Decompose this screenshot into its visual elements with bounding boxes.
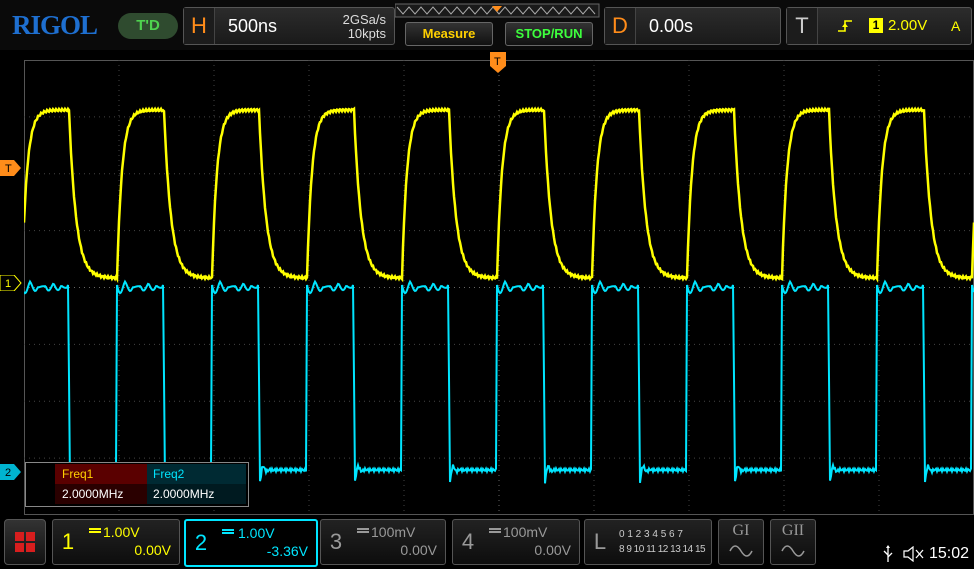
ch1-panel[interactable]: 1 1.00V 0.00V — [52, 519, 180, 565]
memory-position-indicator — [395, 3, 600, 18]
freq2-label-cell: Freq2 — [147, 464, 246, 484]
freq1-label-cell: Freq1 — [55, 464, 147, 484]
trigger-position-label: T — [494, 56, 501, 68]
memory-depth: 10kpts — [347, 26, 386, 41]
logic-channels-row2: 8 9 10 11 12 13 14 15 — [619, 544, 706, 555]
rigol-logo: RIGOL — [12, 10, 98, 40]
delay-letter: D — [605, 8, 636, 44]
delay-value: 0.00s — [649, 16, 694, 36]
rising-edge-icon — [838, 20, 852, 32]
ch3-panel[interactable]: 3 100mV 0.00V — [320, 519, 446, 565]
trigger-level-marker[interactable]: T — [0, 160, 22, 176]
freq1-label: Freq1 — [62, 467, 94, 481]
run-mode-badge[interactable]: T'D — [118, 13, 178, 39]
ch4-offset: 0.00V — [534, 542, 571, 558]
freq2-value-cell: 2.0000MHz — [147, 484, 246, 504]
trigger-level: 2.00V — [888, 17, 928, 34]
measure-button[interactable]: Measure — [405, 22, 493, 46]
ch2-marker-label: 2 — [5, 467, 11, 479]
sample-rate: 2GSa/s — [342, 12, 386, 27]
freq2-value: 2.0000MHz — [153, 487, 215, 501]
ch1-scale: 1.00V — [103, 524, 140, 540]
sine-wave-icon — [781, 545, 805, 557]
ch2-offset-marker[interactable]: 2 — [0, 464, 22, 480]
ch2-waveform — [24, 279, 974, 484]
ch1-number: 1 — [61, 529, 75, 554]
clock-time: 15:02 — [929, 545, 970, 562]
trigger-position-marker[interactable]: T — [490, 52, 506, 74]
horizontal-letter: H — [184, 8, 215, 44]
ch1-offset: 0.00V — [134, 542, 171, 558]
ch2-number: 2 — [194, 530, 208, 555]
logic-panel[interactable]: L 0 1 2 3 4 5 6 7 8 9 10 11 12 13 14 15 — [584, 519, 712, 565]
ch2-scale: 1.00V — [238, 525, 275, 541]
freq1-value: 2.0000MHz — [62, 487, 124, 501]
dc-coupling-icon — [222, 529, 234, 534]
ch2-panel[interactable]: 2 1.00V -3.36V — [184, 519, 318, 567]
dc-coupling-icon — [489, 528, 501, 533]
horizontal-panel[interactable]: H 500ns 2GSa/s 10kpts — [183, 7, 395, 45]
ch4-scale: 100mV — [503, 524, 548, 540]
usb-icon — [883, 545, 893, 562]
trigger-source-badge: 1 — [869, 18, 883, 33]
ch4-number: 4 — [461, 529, 475, 554]
timebase-value: 500ns — [228, 16, 278, 36]
ch3-number: 3 — [329, 529, 343, 554]
ch1-offset-marker[interactable]: 1 — [0, 275, 22, 291]
ch3-scale: 100mV — [371, 524, 416, 540]
grid-menu-icon — [15, 532, 35, 552]
dc-coupling-icon — [357, 528, 369, 533]
ch4-panel[interactable]: 4 100mV 0.00V — [452, 519, 580, 565]
generator2-label: GII — [781, 522, 805, 539]
sine-wave-icon — [729, 545, 753, 557]
generator1-label: GI — [732, 522, 750, 539]
trigger-letter: T — [787, 8, 818, 44]
speaker-mute-icon[interactable] — [903, 546, 925, 562]
freq1-value-cell: 2.0000MHz — [55, 484, 147, 504]
logic-channels-row1: 0 1 2 3 4 5 6 7 — [619, 529, 683, 540]
measurement-panel[interactable]: Freq1 2.0000MHz Freq2 2.0000MHz — [25, 462, 249, 507]
ch1-marker-label: 1 — [5, 278, 11, 290]
logic-letter: L — [593, 529, 607, 554]
menu-button[interactable] — [4, 519, 46, 565]
generator1-button[interactable]: GI — [718, 519, 764, 565]
ch3-offset: 0.00V — [400, 542, 437, 558]
ch2-offset: -3.36V — [266, 543, 308, 559]
trigger-mode: A — [951, 18, 961, 34]
trigger-panel[interactable]: T 1 2.00V A — [786, 7, 972, 45]
dc-coupling-icon — [89, 528, 101, 533]
generator2-button[interactable]: GII — [770, 519, 816, 565]
ch1-waveform — [24, 106, 974, 284]
stop-run-button[interactable]: STOP/RUN — [505, 22, 593, 46]
freq2-label: Freq2 — [153, 467, 185, 481]
waveform-display[interactable] — [24, 60, 974, 515]
graticule — [24, 60, 974, 515]
trigger-level-marker-label: T — [5, 163, 12, 175]
delay-panel[interactable]: D 0.00s — [604, 7, 781, 45]
